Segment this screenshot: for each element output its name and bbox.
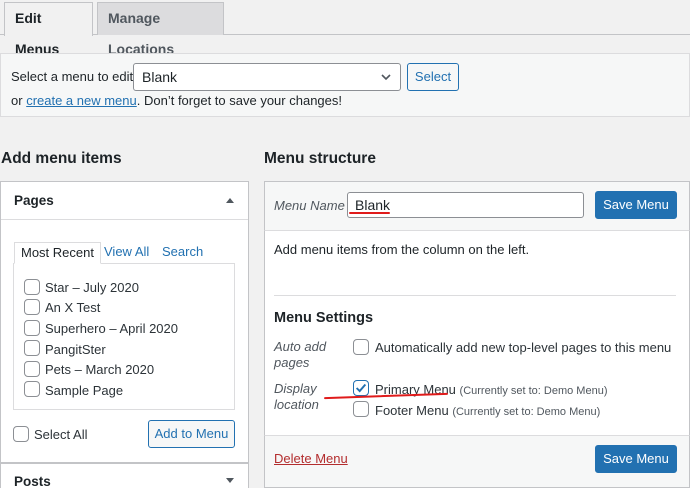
page-label: Superhero – April 2020	[45, 321, 178, 336]
annotation-underline	[349, 212, 390, 214]
caret-up-icon[interactable]	[226, 198, 234, 203]
or-text: or	[11, 93, 23, 108]
select-menu-label: Select a menu to edit:	[11, 69, 137, 84]
tab-view-all[interactable]: View All	[104, 242, 149, 262]
settings-divider	[274, 295, 676, 296]
auto-add-text: Automatically add new top-level pages to…	[375, 340, 672, 355]
page-checkbox[interactable]	[24, 279, 40, 295]
auto-add-checkbox[interactable]	[353, 339, 369, 355]
page-checkbox[interactable]	[24, 340, 40, 356]
save-menu-button[interactable]: Save Menu	[595, 191, 677, 219]
page-checkbox[interactable]	[24, 299, 40, 315]
primary-menu-label: Primary Menu (Currently set to: Demo Men…	[375, 382, 607, 399]
posts-panel-title: Posts	[14, 474, 51, 488]
select-button[interactable]: Select	[407, 63, 459, 91]
save-reminder: . Don’t forget to save your changes!	[136, 93, 342, 108]
page-label: PangitSter	[45, 342, 106, 357]
auto-add-label: Auto add pages	[274, 339, 327, 370]
primary-menu-note: (Currently set to: Demo Menu)	[459, 385, 608, 397]
menu-select[interactable]: Blank	[133, 63, 401, 91]
add-menu-items-heading: Add menu items	[1, 150, 122, 167]
footer-menu-note: (Currently set to: Demo Menu)	[452, 406, 601, 418]
page-checkbox[interactable]	[24, 361, 40, 377]
menu-hint-text: Add menu items from the column on the le…	[274, 242, 530, 257]
page-checkbox[interactable]	[24, 320, 40, 336]
page-label: An X Test	[45, 300, 101, 315]
page-checkbox[interactable]	[24, 381, 40, 397]
chevron-down-icon	[381, 74, 391, 81]
menu-name-input[interactable]: Blank	[347, 192, 584, 218]
save-menu-button-bottom[interactable]: Save Menu	[595, 445, 677, 473]
create-menu-line: or create a new menu. Don’t forget to sa…	[11, 93, 342, 108]
menu-name-value: Blank	[355, 197, 391, 213]
tab-edit-menus[interactable]: Edit Menus	[4, 2, 93, 57]
caret-down-icon[interactable]	[226, 478, 234, 483]
tab-most-recent[interactable]: Most Recent	[14, 242, 101, 264]
footer-menu-checkbox[interactable]	[353, 401, 369, 417]
page-label: Star – July 2020	[45, 280, 139, 295]
tab-divider	[0, 34, 4, 35]
tab-manage-locations[interactable]: Manage Locations	[97, 2, 224, 57]
checkmark-icon	[355, 383, 367, 393]
pages-panel-title: Pages	[14, 193, 54, 208]
select-all-checkbox[interactable]	[13, 426, 29, 442]
tab-divider	[93, 34, 97, 35]
select-all-label: Select All	[34, 427, 88, 442]
footer-menu-name: Footer Menu	[375, 403, 449, 418]
menu-select-value: Blank	[142, 69, 178, 85]
menu-name-label: Menu Name	[274, 198, 345, 213]
menu-settings-heading: Menu Settings	[274, 310, 374, 326]
page-label: Sample Page	[45, 383, 124, 398]
primary-menu-checkbox[interactable]	[353, 380, 369, 396]
tab-search[interactable]: Search	[162, 242, 203, 262]
tab-divider	[224, 34, 690, 35]
footer-menu-label: Footer Menu (Currently set to: Demo Menu…	[375, 403, 600, 420]
menu-structure-heading: Menu structure	[264, 150, 376, 167]
page-label: Pets – March 2020	[45, 362, 155, 377]
delete-menu-link[interactable]: Delete Menu	[274, 451, 348, 466]
add-to-menu-button[interactable]: Add to Menu	[148, 420, 235, 448]
create-new-menu-link[interactable]: create a new menu	[26, 93, 137, 108]
